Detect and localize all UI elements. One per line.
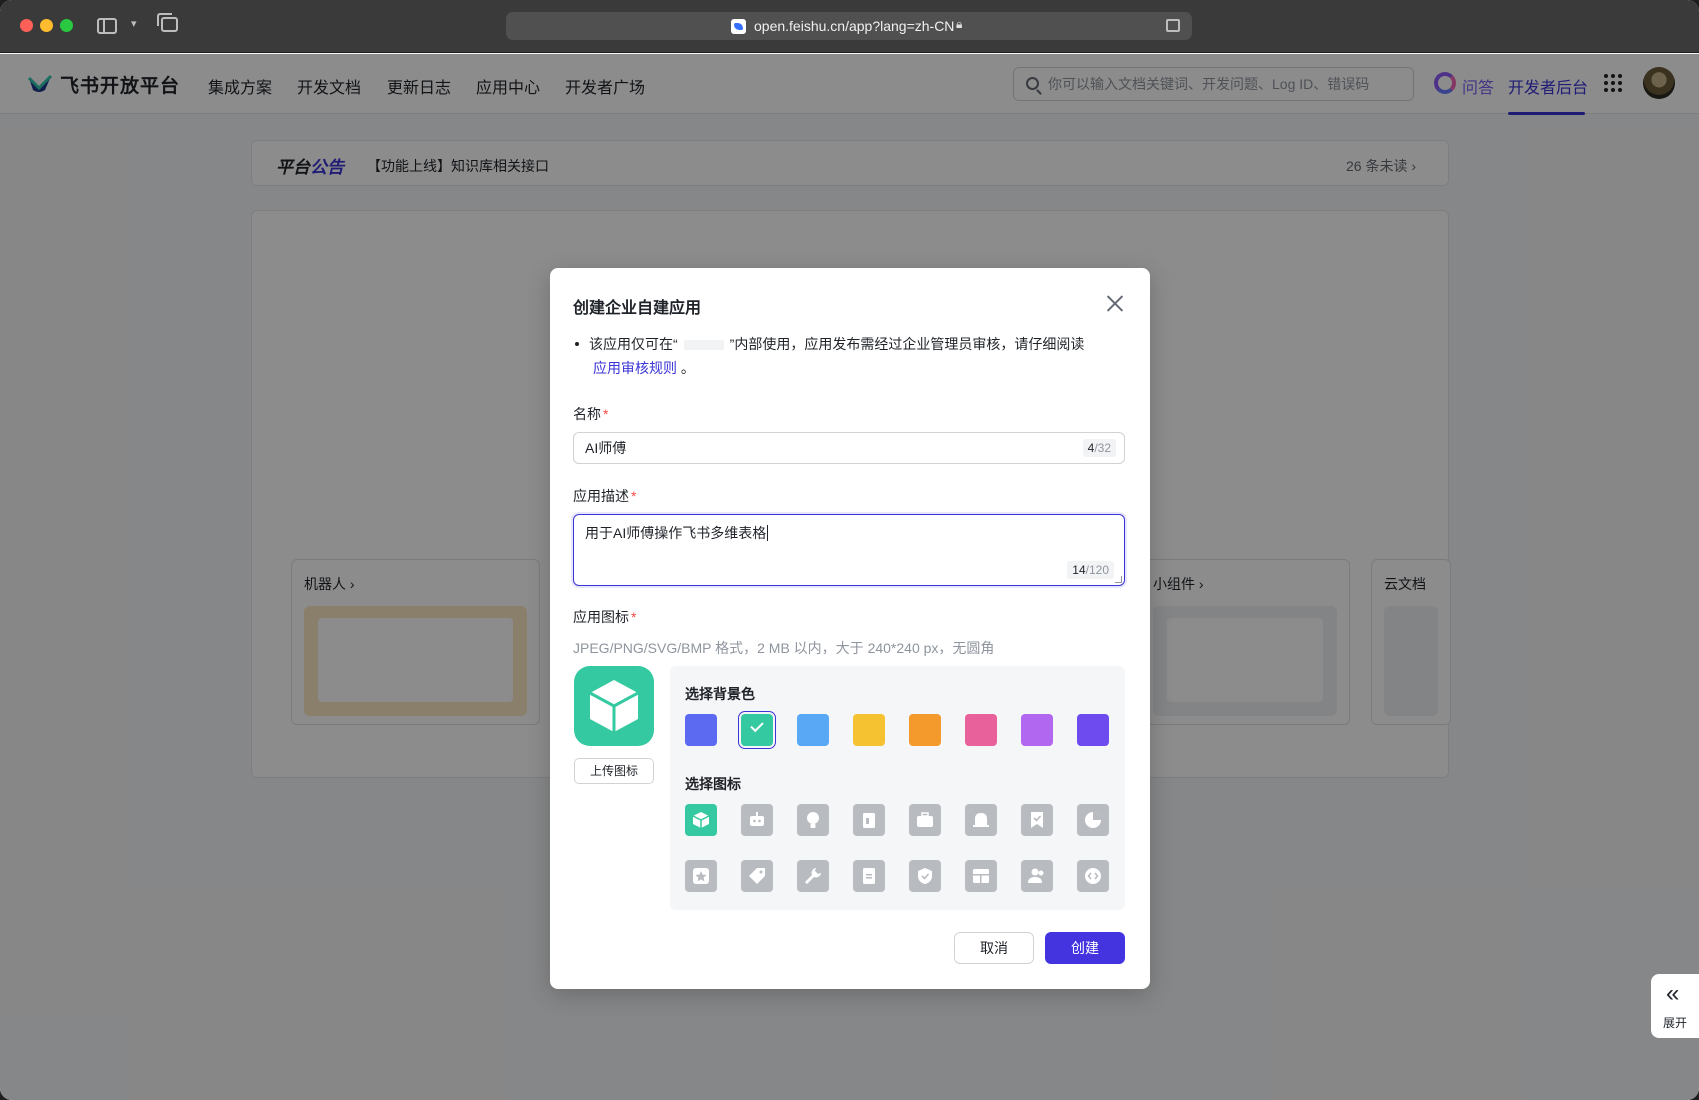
tag-icon: [749, 868, 765, 884]
app-icon-label: 应用图标 *: [573, 609, 637, 625]
page: 飞书开放平台 集成方案 开发文档 更新日志 应用中心 开发者广场 问答 开发者后…: [0, 54, 1699, 1100]
reader-mode-icon[interactable]: [1166, 19, 1180, 32]
name-label: 名称 *: [573, 406, 609, 422]
sidebar-toggle-icon[interactable]: [97, 18, 117, 34]
briefcase-icon: [917, 812, 933, 827]
bg-color-swatch[interactable]: [741, 714, 773, 746]
double-chevron-left-icon: «: [1666, 980, 1680, 1007]
icon-option[interactable]: [1077, 804, 1109, 836]
star-badge-icon: [693, 868, 709, 884]
create-app-dialog: 创建企业自建应用 该应用仅可在“ ”内部使用，应用发布需经过企业管理员审核，请仔细…: [550, 268, 1150, 989]
description-char-counter: 14/120: [1067, 561, 1114, 579]
name-char-counter: 4/32: [1082, 439, 1116, 457]
icon-option[interactable]: [965, 804, 997, 836]
site-favicon-icon: [731, 19, 746, 34]
browser-window: ▾ open.feishu.cn/app?lang=zh-CN 🔒︎ 飞书开放平…: [0, 0, 1699, 1100]
cube-icon: [692, 812, 710, 828]
layout-icon: [973, 869, 989, 883]
lightbulb-icon: [807, 812, 819, 828]
close-window-button[interactable]: [20, 19, 33, 32]
icon-option[interactable]: [1021, 860, 1053, 892]
bg-color-swatch[interactable]: [853, 714, 885, 746]
bg-color-title: 选择背景色: [685, 686, 755, 702]
icon-option[interactable]: [965, 860, 997, 892]
wrench-icon: [805, 868, 821, 884]
icon-option[interactable]: [909, 804, 941, 836]
chevron-down-icon[interactable]: ▾: [131, 17, 137, 30]
bg-color-swatch[interactable]: [1077, 714, 1109, 746]
description-label: 应用描述 *: [573, 488, 637, 504]
file-icon: [863, 868, 875, 884]
upload-icon-button[interactable]: 上传图标: [574, 758, 654, 784]
people-icon: [1028, 868, 1044, 883]
bg-color-swatch[interactable]: [965, 714, 997, 746]
app-icon-preview: [574, 666, 654, 746]
icon-picker-panel: 选择背景色 选择图标: [670, 666, 1125, 910]
url-text: open.feishu.cn/app?lang=zh-CN: [754, 18, 955, 34]
dialog-title: 创建企业自建应用: [573, 300, 702, 317]
bullet: [575, 342, 579, 346]
icon-option[interactable]: [1077, 860, 1109, 892]
code-icon: [1085, 868, 1101, 884]
cube-icon: [589, 680, 639, 732]
name-field[interactable]: 4/32: [573, 432, 1125, 464]
icon-format-hint: JPEG/PNG/SVG/BMP 格式，2 MB 以内，大于 240*240 p…: [573, 640, 995, 656]
zoom-window-button[interactable]: [60, 19, 73, 32]
icon-select-title: 选择图标: [685, 776, 741, 792]
lock-icon: 🔒︎: [956, 17, 963, 31]
icon-option[interactable]: [909, 860, 941, 892]
bell-icon: [973, 813, 989, 827]
description-textarea[interactable]: 用于AI师傅操作飞书多维表格 14/120: [573, 514, 1125, 586]
shield-check-icon: [918, 868, 932, 884]
icon-option[interactable]: [741, 860, 773, 892]
cancel-button[interactable]: 取消: [954, 932, 1034, 964]
robot-icon: [750, 812, 764, 826]
tab-overview-icon[interactable]: [157, 13, 178, 32]
icon-option[interactable]: [797, 804, 829, 836]
resize-handle[interactable]: [1115, 576, 1122, 583]
icon-option[interactable]: [853, 804, 885, 836]
minimize-window-button[interactable]: [40, 19, 53, 32]
bg-color-swatch[interactable]: [797, 714, 829, 746]
name-input[interactable]: [585, 439, 1055, 457]
review-rules-link[interactable]: 应用审核规则: [593, 360, 677, 376]
bookmark-check-icon: [1031, 812, 1043, 828]
icon-option[interactable]: [685, 804, 717, 836]
icon-option[interactable]: [685, 860, 717, 892]
expand-label: 展开: [1663, 1016, 1688, 1030]
icon-option[interactable]: [853, 860, 885, 892]
redacted-org-name: [683, 340, 724, 351]
create-button[interactable]: 创建: [1045, 932, 1125, 964]
close-icon[interactable]: [1106, 294, 1124, 312]
description-text: 用于AI师傅操作飞书多维表格: [585, 525, 767, 541]
expand-panel-button[interactable]: « 展开: [1651, 974, 1699, 1038]
bg-color-swatch[interactable]: [909, 714, 941, 746]
document-icon: [863, 813, 875, 828]
icon-option[interactable]: [1021, 804, 1053, 836]
bg-color-swatch[interactable]: [1021, 714, 1053, 746]
pie-chart-icon: [1085, 812, 1101, 828]
bg-color-swatch[interactable]: [685, 714, 717, 746]
address-bar[interactable]: open.feishu.cn/app?lang=zh-CN 🔒︎: [506, 12, 1192, 40]
title-bar: ▾ open.feishu.cn/app?lang=zh-CN 🔒︎: [0, 0, 1699, 53]
icon-option[interactable]: [741, 804, 773, 836]
icon-option[interactable]: [797, 860, 829, 892]
checkmark-icon: [750, 718, 764, 733]
